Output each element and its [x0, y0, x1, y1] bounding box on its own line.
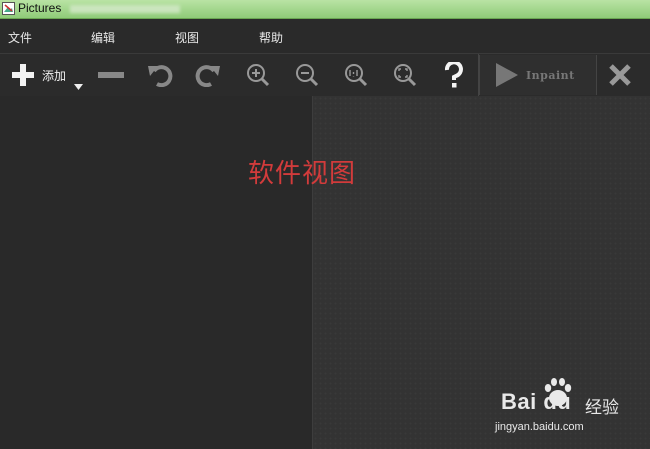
- menu-help[interactable]: 帮助: [259, 29, 283, 46]
- minus-icon: [98, 72, 124, 78]
- add-label: 添加: [42, 68, 67, 83]
- remove-button[interactable]: [96, 54, 126, 96]
- watermark-brand: Bai du: [501, 389, 572, 414]
- plus-icon: [12, 64, 34, 86]
- close-icon: [609, 64, 631, 86]
- watermark-url: jingyan.baidu.com: [495, 421, 584, 433]
- zoom-in-button[interactable]: [244, 54, 272, 96]
- fit-screen-button[interactable]: [391, 54, 419, 96]
- actual-size-button[interactable]: [342, 54, 370, 96]
- menu-view[interactable]: 视图: [175, 29, 199, 46]
- watermark-cn: 经验: [585, 398, 619, 418]
- help-button[interactable]: [440, 54, 468, 96]
- blurred-title-text: [70, 5, 180, 13]
- zoom-out-button[interactable]: [293, 54, 321, 96]
- add-button[interactable]: 添加: [10, 54, 88, 96]
- window-title: Pictures: [18, 1, 62, 15]
- actual-size-icon: [345, 64, 368, 87]
- close-button[interactable]: [606, 54, 634, 96]
- annotation-text: 软件视图: [248, 159, 357, 189]
- dropdown-arrow-icon: [74, 84, 83, 90]
- app-icon: [2, 2, 15, 15]
- redo-button[interactable]: [193, 54, 223, 96]
- menu-edit[interactable]: 编辑: [91, 29, 115, 46]
- title-bar: Pictures: [0, 0, 650, 19]
- help-icon: [444, 62, 463, 88]
- undo-button[interactable]: [145, 54, 175, 96]
- zoom-out-icon: [296, 64, 319, 87]
- undo-icon: [148, 65, 173, 87]
- file-list-panel[interactable]: [0, 96, 312, 449]
- watermark: Bai du 经验 jingyan.baidu.com: [495, 375, 650, 449]
- play-icon: [496, 63, 518, 87]
- redo-icon: [195, 65, 220, 87]
- fit-screen-icon: [394, 64, 417, 87]
- menu-file[interactable]: 文件: [8, 29, 32, 46]
- menu-bar: 文件 编辑 视图 帮助: [0, 19, 650, 53]
- toolbar: 添加 Inpaint: [0, 53, 650, 97]
- inpaint-label: Inpaint: [526, 68, 575, 82]
- zoom-in-icon: [247, 64, 270, 87]
- inpaint-button[interactable]: Inpaint: [479, 55, 597, 95]
